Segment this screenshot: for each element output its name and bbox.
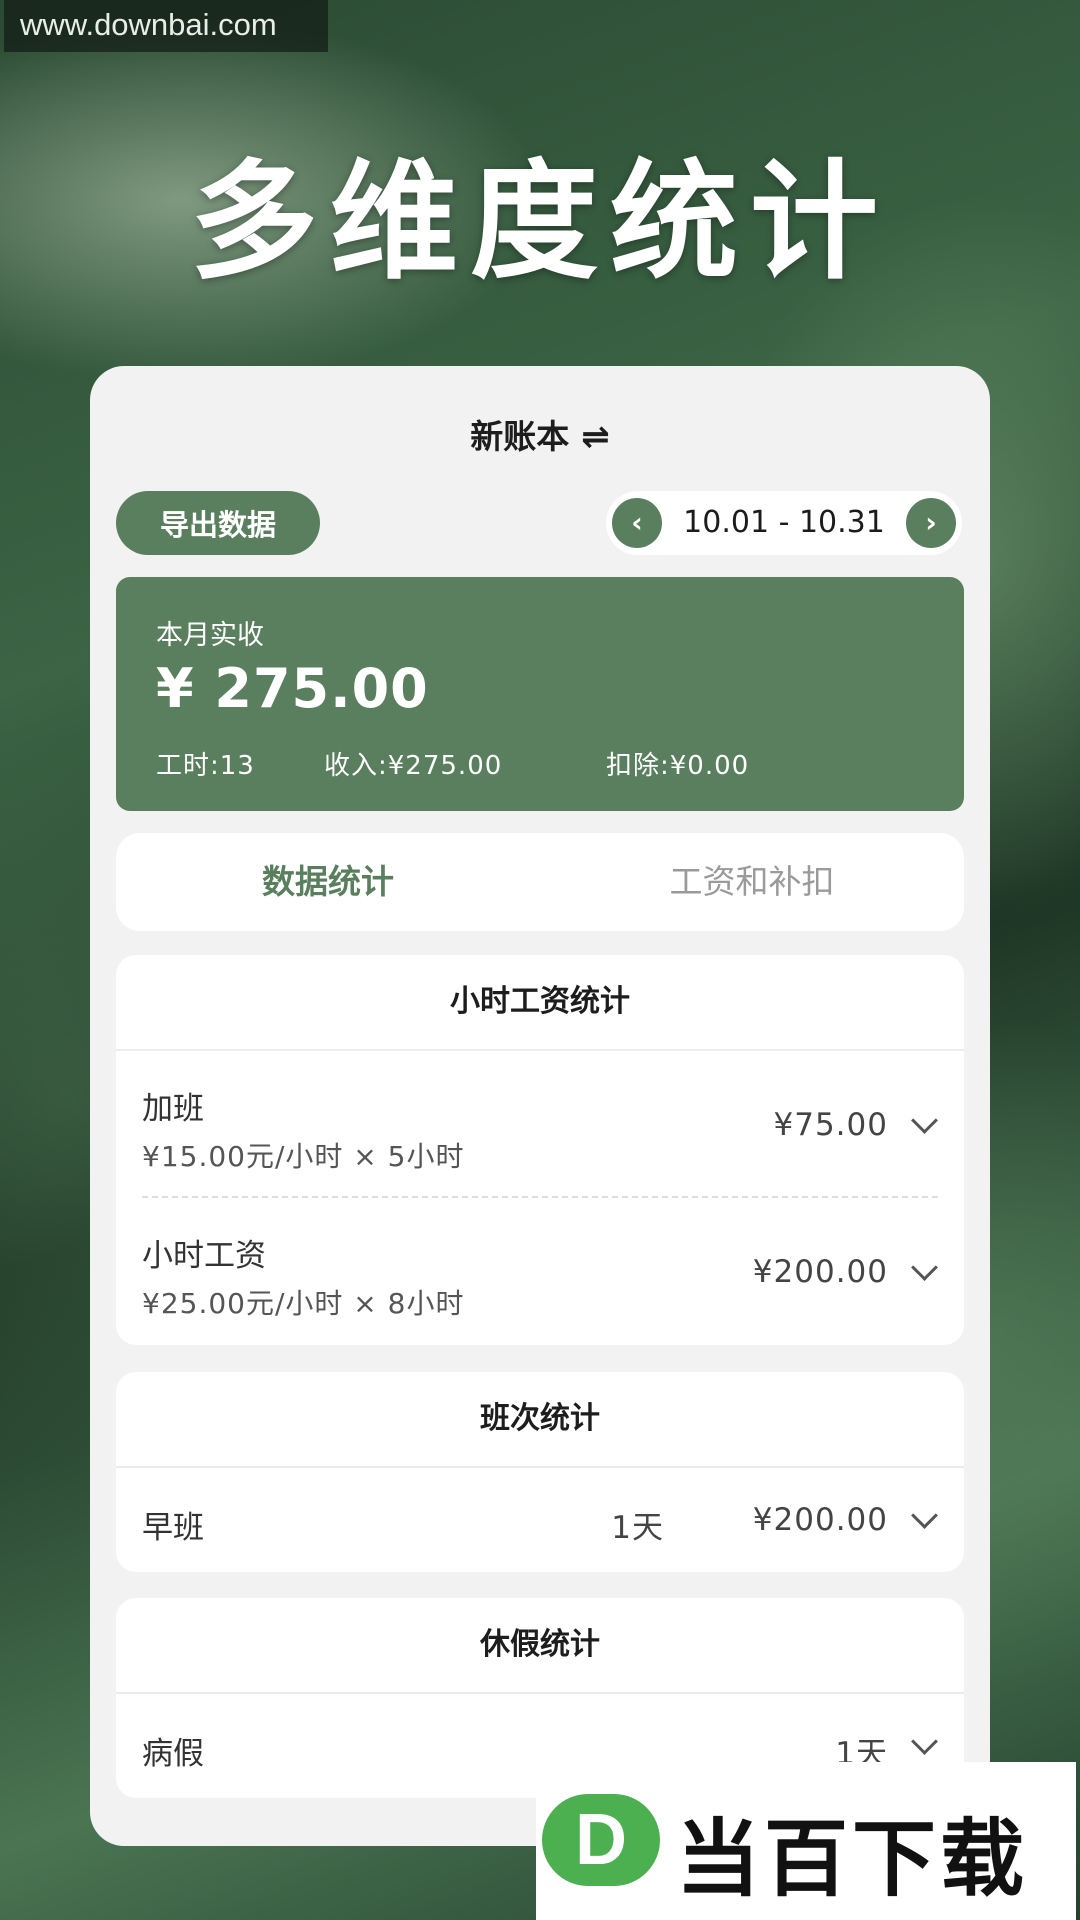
deduction-stat: 扣除:¥0.00 [606, 751, 750, 781]
chevron-down-icon [911, 1728, 938, 1755]
income-stat: 收入:¥275.00 [324, 751, 503, 781]
next-month-button[interactable]: › [906, 498, 956, 548]
account-switcher[interactable]: 新账本 ⇌ [90, 410, 990, 458]
item-amount: ¥200.00 [752, 1502, 888, 1538]
site-watermark: www.downbai.com [4, 0, 328, 52]
item-amount: ¥75.00 [773, 1107, 888, 1143]
item-detail: ¥15.00元/小时 × 5小时 [142, 1140, 465, 1173]
item-amount: ¥200.00 [752, 1254, 888, 1290]
monthly-summary-card: 本月实收 ¥ 275.00 工时:13 收入:¥275.00 扣除:¥0.00 [116, 577, 964, 811]
leave-stats-title: 休假统计 [116, 1598, 964, 1694]
brand-name: 当百下载 [676, 1810, 1029, 1908]
hourly-wage-card: 小时工资统计 加班 ¥15.00元/小时 × 5小时 ¥75.00 小时工资 ¥… [116, 955, 964, 1345]
list-item[interactable]: 早班 1天 ¥200.00 [116, 1468, 964, 1572]
promo-headline: 多维度统计 [189, 148, 890, 297]
brand-watermark: D 当百下载 [536, 1762, 1076, 1920]
summary-amount: ¥ 275.00 [156, 657, 429, 720]
list-item[interactable]: 小时工资 ¥25.00元/小时 × 8小时 ¥200.00 [116, 1198, 964, 1345]
item-name: 加班 [142, 1091, 204, 1127]
item-detail: ¥25.00元/小时 × 8小时 [142, 1287, 465, 1320]
chevron-down-icon [911, 1502, 938, 1529]
tab-data-statistics[interactable]: 数据统计 [116, 833, 540, 931]
item-name: 小时工资 [142, 1238, 266, 1274]
item-days: 1天 [611, 1510, 664, 1546]
account-title: 新账本 [470, 417, 570, 456]
date-range-label: 10.01 - 10.31 [683, 505, 885, 540]
app-screen: 新账本 ⇌ 导出数据 ‹ 10.01 - 10.31 › 本月实收 ¥ 275.0… [90, 366, 990, 1846]
chevron-down-icon [911, 1254, 938, 1281]
export-data-button[interactable]: 导出数据 [116, 491, 320, 555]
date-range-picker: ‹ 10.01 - 10.31 › [606, 491, 962, 555]
brand-logo-letter: D [575, 1800, 627, 1880]
switch-icon: ⇌ [581, 417, 610, 457]
prev-month-button[interactable]: ‹ [612, 498, 662, 548]
hourly-wage-title: 小时工资统计 [116, 955, 964, 1051]
shift-stats-title: 班次统计 [116, 1372, 964, 1468]
item-name: 病假 [142, 1736, 204, 1772]
list-item[interactable]: 加班 ¥15.00元/小时 × 5小时 ¥75.00 [116, 1051, 964, 1198]
stats-tabs: 数据统计 工资和补扣 [116, 833, 964, 931]
item-name: 早班 [142, 1510, 204, 1546]
chevron-down-icon [911, 1107, 938, 1134]
brand-logo-icon: D [542, 1794, 660, 1886]
shift-stats-card: 班次统计 早班 1天 ¥200.00 [116, 1372, 964, 1572]
chevron-left-icon: ‹ [631, 506, 643, 539]
summary-label: 本月实收 [156, 620, 264, 651]
tab-wages-and-adjustments[interactable]: 工资和补扣 [540, 833, 964, 931]
work-hours-stat: 工时:13 [156, 751, 255, 781]
chevron-right-icon: › [925, 506, 937, 539]
